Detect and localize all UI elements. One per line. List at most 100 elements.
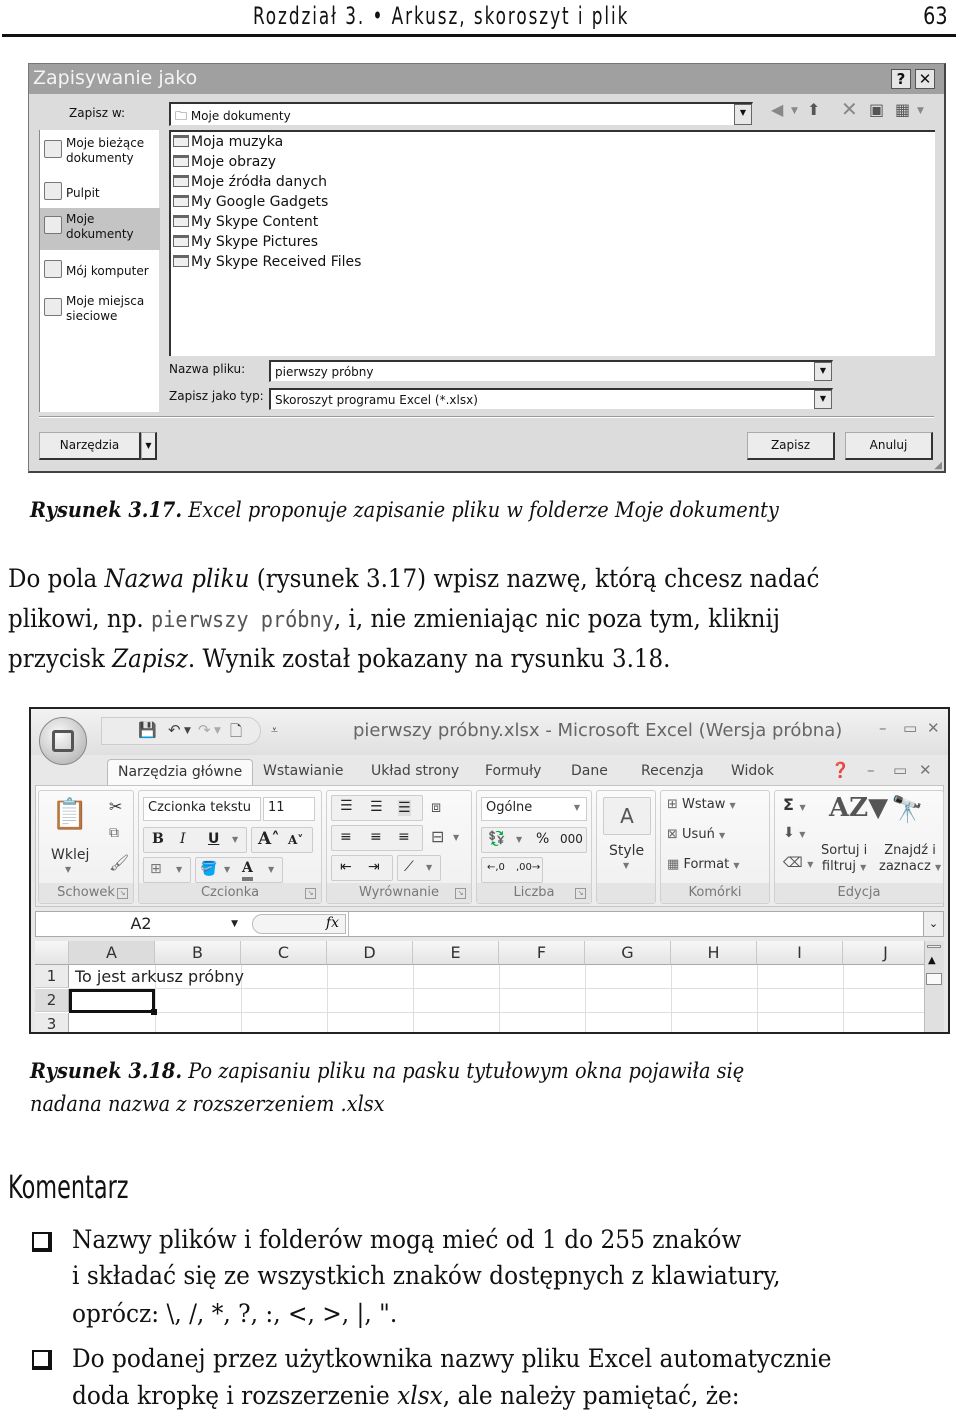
- vertical-scrollbar[interactable]: ▲: [924, 941, 944, 1032]
- paste-button[interactable]: Wklej: [51, 847, 89, 863]
- column-header[interactable]: G: [585, 941, 671, 965]
- file-list-item[interactable]: Moja muzyka: [173, 134, 283, 154]
- file-list-item[interactable]: My Skype Content: [173, 214, 318, 234]
- copy-icon[interactable]: ⧉: [109, 825, 119, 841]
- tab-insert[interactable]: Wstawianie: [253, 759, 354, 785]
- select-all-corner[interactable]: [35, 941, 69, 965]
- place-my-computer[interactable]: Mój komputer: [40, 252, 160, 294]
- dialog-launcher-icon[interactable]: ↘: [575, 888, 586, 899]
- increase-decimal-icon[interactable]: ←,0: [487, 862, 505, 873]
- close-icon[interactable]: ✕: [927, 719, 940, 737]
- column-header[interactable]: C: [241, 941, 327, 965]
- redo-icon[interactable]: ↷: [198, 721, 211, 739]
- fill-color-icon[interactable]: 🪣: [200, 861, 217, 877]
- align-bottom-icon[interactable]: ☰: [398, 800, 411, 816]
- close-button[interactable]: ✕: [915, 69, 935, 89]
- tab-view[interactable]: Widok: [721, 759, 784, 785]
- thousands-separator-button[interactable]: 000: [560, 832, 583, 846]
- minimize-icon[interactable]: –: [879, 719, 887, 737]
- format-painter-icon[interactable]: 🖌: [109, 853, 129, 872]
- currency-icon[interactable]: 💱: [488, 831, 505, 847]
- filename-input[interactable]: pierwszy próbny ▼: [269, 360, 833, 382]
- merge-center-icon[interactable]: ⊟: [431, 827, 444, 846]
- scroll-up-icon[interactable]: ▲: [928, 955, 936, 966]
- increase-font-icon[interactable]: A˄: [258, 829, 280, 849]
- paste-dropdown-icon[interactable]: ▼: [65, 865, 71, 874]
- paste-icon[interactable]: 📋: [51, 797, 88, 832]
- spreadsheet-grid[interactable]: A B C D E F G H I J 1 2 3 To jest arkusz…: [35, 941, 944, 1032]
- save-button[interactable]: Zapisz: [747, 432, 835, 460]
- align-left-icon[interactable]: ≡: [340, 829, 352, 845]
- minimize-ribbon-icon[interactable]: –: [867, 761, 875, 779]
- decrease-font-icon[interactable]: A˅: [288, 833, 303, 847]
- cancel-button[interactable]: Anuluj: [845, 432, 933, 460]
- scroll-thumb[interactable]: [926, 973, 942, 985]
- align-right-icon[interactable]: ≡: [398, 829, 410, 845]
- column-header[interactable]: A: [69, 941, 155, 965]
- dialog-launcher-icon[interactable]: ↘: [305, 888, 316, 899]
- tab-home[interactable]: Narzędzia główne: [107, 759, 254, 785]
- delete-icon[interactable]: ✕: [841, 97, 858, 121]
- fill-button[interactable]: ⬇ ▼: [783, 825, 805, 841]
- column-header[interactable]: B: [155, 941, 241, 965]
- back-dropdown-icon[interactable]: ▼: [791, 106, 798, 116]
- italic-button[interactable]: I: [180, 831, 186, 847]
- new-folder-icon[interactable]: ▣: [869, 100, 884, 119]
- file-list-item[interactable]: My Skype Received Files: [173, 254, 361, 274]
- tab-data[interactable]: Dane: [561, 759, 618, 785]
- sort-filter-button[interactable]: Sortuj i filtruj ▼: [821, 843, 867, 876]
- styles-icon[interactable]: A: [603, 797, 651, 835]
- column-header[interactable]: H: [671, 941, 757, 965]
- bold-button[interactable]: B: [152, 831, 164, 847]
- tab-page-layout[interactable]: Układ strony: [361, 759, 469, 785]
- tools-button[interactable]: Narzędzia: [39, 432, 141, 460]
- file-list-item[interactable]: My Skype Pictures: [173, 234, 318, 254]
- undo-icon[interactable]: ↶: [168, 721, 181, 739]
- chevron-down-icon[interactable]: ▼: [224, 865, 230, 874]
- help-button[interactable]: ?: [891, 69, 911, 89]
- increase-indent-icon[interactable]: ⇥: [368, 859, 380, 875]
- selected-cell-a2[interactable]: [69, 989, 157, 1015]
- save-icon[interactable]: 💾: [138, 721, 157, 739]
- views-dropdown-icon[interactable]: ▼: [917, 106, 924, 116]
- insert-function-icon[interactable]: fx: [326, 915, 339, 931]
- file-list-item[interactable]: Moje obrazy: [173, 154, 276, 174]
- save-in-dropdown[interactable]: 🗀 Moje dokumenty ▼: [169, 102, 753, 126]
- decrease-indent-icon[interactable]: ⇤: [340, 859, 352, 875]
- font-name-dropdown[interactable]: Czcionka tekstu: [143, 797, 261, 821]
- decrease-decimal-icon[interactable]: ,00→: [516, 862, 540, 873]
- orientation-button[interactable]: ⟋ ▼: [397, 855, 441, 881]
- resize-grip-icon[interactable]: ◢: [934, 460, 942, 471]
- chevron-down-icon[interactable]: ▼: [516, 835, 522, 844]
- help-icon[interactable]: ❓: [831, 761, 850, 779]
- autosum-button[interactable]: Σ ▼: [783, 795, 806, 814]
- number-format-dropdown[interactable]: Ogólne ▼: [481, 797, 587, 821]
- underline-dropdown-icon[interactable]: ▼: [232, 835, 238, 844]
- column-header[interactable]: I: [757, 941, 843, 965]
- row-header[interactable]: 3: [35, 1013, 69, 1032]
- font-color-icon[interactable]: A: [242, 859, 253, 881]
- place-recent-documents[interactable]: Moje bieżące dokumenty: [40, 132, 160, 174]
- chevron-down-icon[interactable]: ▼: [814, 390, 832, 409]
- column-header[interactable]: E: [413, 941, 499, 965]
- tab-formulas[interactable]: Formuły: [475, 759, 551, 785]
- wrap-text-icon[interactable]: ⧈: [431, 797, 441, 817]
- format-cells-button[interactable]: ▦ Format ▼: [667, 857, 740, 872]
- chevron-down-icon[interactable]: ▼: [734, 104, 752, 125]
- up-folder-icon[interactable]: ⬆: [807, 100, 820, 119]
- restore-icon[interactable]: ▭: [893, 761, 907, 779]
- binoculars-icon[interactable]: 🔭: [891, 795, 923, 825]
- insert-cells-button[interactable]: ⊞ Wstaw ▼: [667, 797, 736, 812]
- filetype-dropdown[interactable]: Skoroszyt programu Excel (*.xlsx) ▼: [269, 388, 833, 410]
- align-top-icon[interactable]: ☰: [340, 798, 353, 814]
- place-network-places[interactable]: Moje miejsca sieciowe: [40, 290, 160, 332]
- new-document-icon[interactable]: 🗋: [230, 721, 242, 746]
- column-header[interactable]: F: [499, 941, 585, 965]
- close-workbook-icon[interactable]: ✕: [919, 761, 932, 779]
- cut-icon[interactable]: ✂: [109, 797, 122, 816]
- undo-dropdown-icon[interactable]: ▼: [184, 726, 191, 736]
- row-header[interactable]: 1: [35, 965, 69, 988]
- office-button[interactable]: [39, 717, 87, 765]
- file-list-item[interactable]: My Google Gadgets: [173, 194, 328, 214]
- merge-dropdown-icon[interactable]: ▼: [453, 833, 459, 842]
